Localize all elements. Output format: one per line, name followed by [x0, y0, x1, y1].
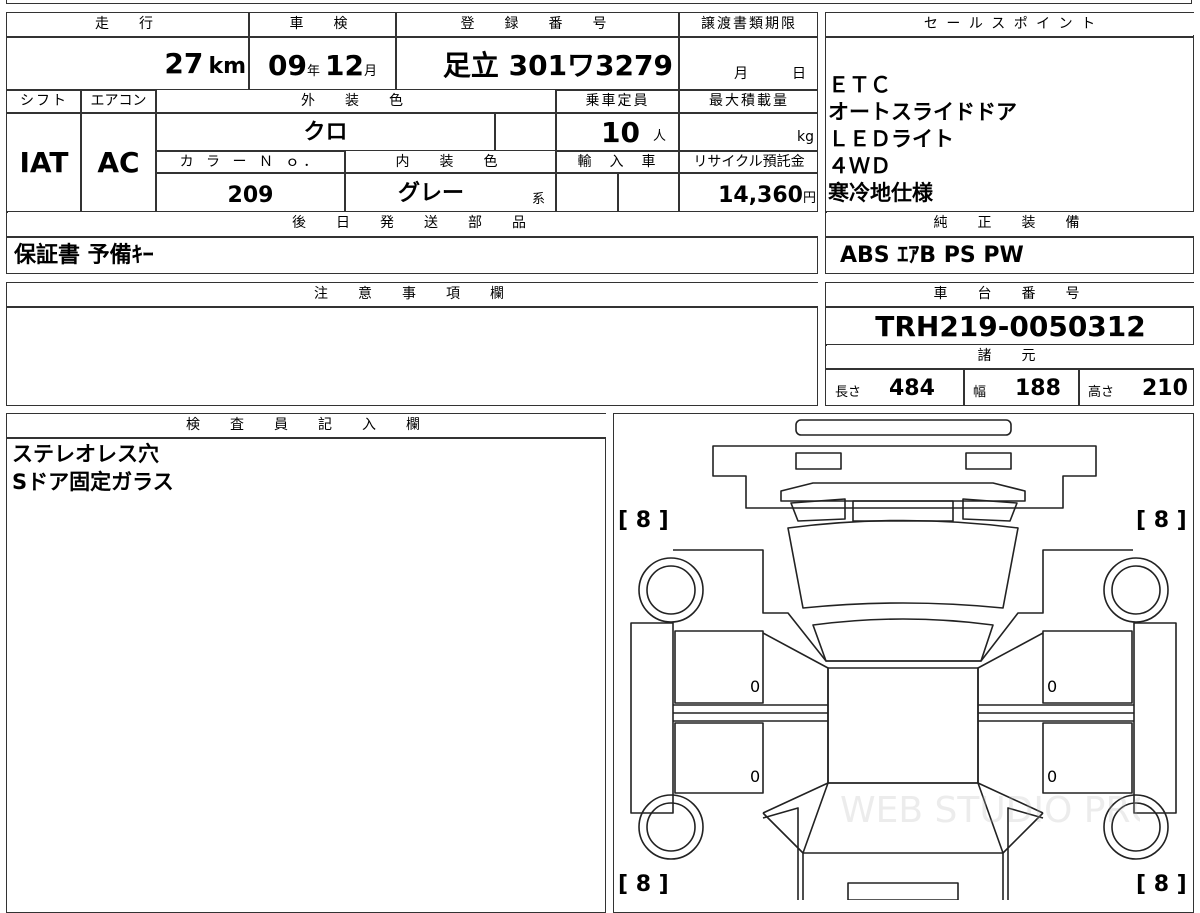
tire-front-right [1103, 557, 1169, 623]
inspector-notes: ステレオレス穴 Sドア固定ガラス [12, 440, 592, 510]
sale-point-item: ４ＷＤ [828, 154, 891, 178]
registration-header: 登 録 番 号 [397, 13, 678, 35]
interior-color-header: 内 装 色 [346, 151, 555, 172]
transfer-deadline-value: 月 日 [734, 66, 806, 82]
chassis-number: TRH219-0050312 [875, 310, 1146, 343]
shift-header: シフト [20, 93, 68, 109]
specs-header: 諸 元 [827, 345, 1194, 368]
notes-header: 注 意 事 項 欄 [8, 283, 818, 306]
tire-front-left [638, 557, 704, 623]
sale-point-item: ＥＴＣ [828, 73, 891, 97]
registration-number: 足立 301ワ3279 [442, 49, 673, 82]
top-strip [6, 0, 1192, 4]
door-right-rear-score: 0 [1047, 767, 1058, 786]
watermark: WEB STUDIO PRO [840, 790, 1140, 831]
roof [827, 667, 979, 784]
color-no-value: 209 [227, 183, 274, 208]
mileage-value: 27 km [8, 40, 246, 88]
chassis-header: 車 台 番 号 [827, 283, 1194, 306]
sale-point-item: オートスライドドア [828, 100, 1017, 124]
tire-rear-left-score: [ 8 ] [618, 872, 669, 897]
recycle-header: リサイクル預託金 [693, 154, 805, 170]
sale-point-item: 寒冷地仕様 [828, 181, 933, 205]
sale-points-header: セ ー ル ス ポ イ ン ト [827, 13, 1194, 35]
import-header: 輸 入 車 [577, 154, 658, 170]
tire-rear-left [638, 794, 704, 860]
inspection-header: 車 検 [250, 13, 395, 35]
capacity-header: 乗車定員 [585, 93, 650, 109]
shift-value: IAT [19, 146, 69, 179]
standard-equipment-value: ABS ｴｱB PS PW [840, 243, 1024, 268]
tire-front-right-score: [ 8 ] [1136, 508, 1187, 533]
inspector-item: ステレオレス穴 [12, 442, 159, 466]
tire-rear-right-score: [ 8 ] [1136, 872, 1187, 897]
capacity-value: 10 人 [601, 116, 667, 149]
max-load-value: kg [797, 129, 814, 145]
aircon-value: AC [97, 146, 140, 179]
spec-length: 長さ 484 [835, 376, 935, 401]
door-left-front-score: 0 [750, 677, 761, 696]
spec-height: 高さ 210 [1088, 376, 1188, 401]
sale-points-list: ＥＴＣ オートスライドドア ＬＥＤライト ４ＷＤ 寒冷地仕様 [828, 72, 1188, 210]
mileage-header: 走 行 [8, 13, 248, 35]
door-right-front-score: 0 [1047, 677, 1058, 696]
exterior-color-header: 外 装 色 [157, 90, 555, 112]
door-left-rear-score: 0 [750, 767, 761, 786]
sale-point-item: ＬＥＤライト [828, 127, 954, 151]
max-load-header: 最大積載量 [709, 93, 789, 109]
spec-width: 幅 188 [973, 376, 1061, 401]
exterior-color-value: クロ [303, 120, 348, 145]
standard-equipment-header: 純 正 装 備 [827, 212, 1194, 236]
inspector-header: 検 査 員 記 入 欄 [8, 414, 606, 437]
front-light-right [965, 452, 1012, 470]
transfer-deadline-header: 譲渡書類期限 [701, 16, 797, 32]
body-outline [673, 549, 1133, 662]
mileage-number: 27 [164, 47, 204, 80]
aircon-header: エアコン [90, 93, 147, 109]
later-parts-value: 保証書 予備ｷｰ [14, 243, 154, 268]
inspection-date: 09年 12月 [267, 49, 378, 82]
tire-front-left-score: [ 8 ] [618, 508, 669, 533]
recycle-value: 14,360円 [718, 183, 816, 208]
color-no-header: カ ラ ー Ｎ ｏ． [179, 154, 322, 170]
mileage-unit: km [208, 54, 246, 79]
front-bumper [795, 419, 1012, 436]
front-body [712, 445, 1097, 509]
later-parts-header: 後 日 発 送 部 品 [8, 212, 818, 236]
windshield [787, 519, 1019, 609]
front-light-left [795, 452, 842, 470]
interior-color-value: グレー 系 [398, 181, 546, 207]
inspector-item: Sドア固定ガラス [12, 470, 174, 494]
